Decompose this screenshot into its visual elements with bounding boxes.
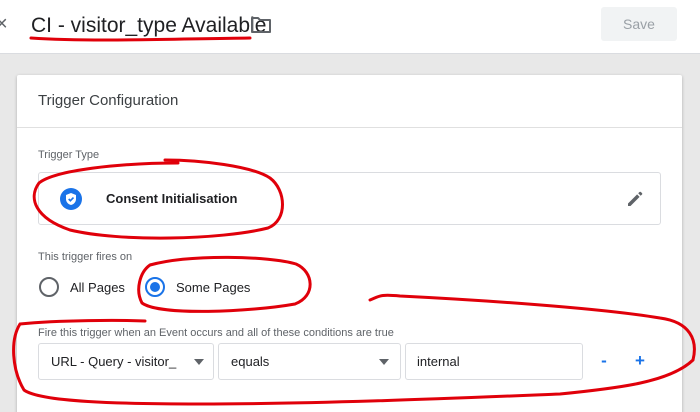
pencil-icon[interactable]: [625, 189, 645, 209]
chevron-down-icon: [379, 359, 389, 365]
radio-button[interactable]: [39, 277, 59, 297]
close-icon[interactable]: ×: [0, 10, 8, 38]
trigger-editor-page: × CI - visitor_type Available Save Trigg…: [0, 0, 700, 412]
top-bar: × CI - visitor_type Available Save: [0, 0, 700, 54]
radio-button[interactable]: [145, 277, 165, 297]
radio-label: Some Pages: [176, 280, 251, 295]
fires-on-label: This trigger fires on: [38, 251, 133, 263]
conditions-label: Fire this trigger when an Event occurs a…: [38, 327, 394, 339]
radio-all-pages[interactable]: All Pages: [39, 276, 139, 298]
operator-dropdown[interactable]: equals: [218, 343, 401, 380]
chevron-down-icon: [194, 359, 204, 365]
trigger-configuration-card: Trigger Configuration Trigger Type Conse…: [17, 75, 682, 412]
trigger-type-selector[interactable]: Consent Initialisation: [38, 172, 661, 225]
shield-icon: [60, 188, 82, 210]
operator-value: equals: [231, 354, 270, 369]
radio-some-pages[interactable]: Some Pages: [145, 276, 265, 298]
folder-icon[interactable]: [250, 15, 272, 35]
radio-label: All Pages: [70, 280, 125, 295]
remove-condition-button[interactable]: -: [594, 351, 614, 371]
variable-value: URL - Query - visitor_: [51, 354, 177, 369]
save-button[interactable]: Save: [601, 7, 677, 41]
trigger-title[interactable]: CI - visitor_type Available: [31, 12, 266, 40]
trigger-type-name: Consent Initialisation: [106, 191, 238, 206]
variable-dropdown[interactable]: URL - Query - visitor_: [38, 343, 214, 380]
condition-value-input[interactable]: [405, 343, 583, 380]
add-condition-button[interactable]: +: [630, 351, 650, 371]
card-title: Trigger Configuration: [38, 92, 179, 109]
trigger-type-label: Trigger Type: [38, 149, 100, 161]
card-header: Trigger Configuration: [17, 75, 682, 128]
